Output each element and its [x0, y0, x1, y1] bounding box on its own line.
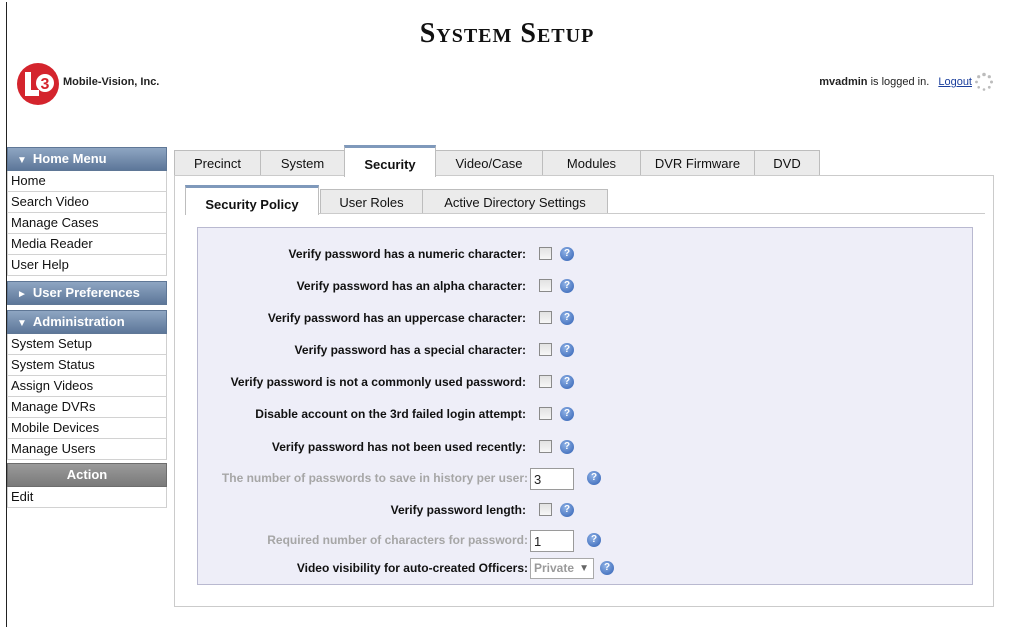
special-label: Verify password has a special character:	[294, 343, 526, 357]
policy-row-uppercase: Verify password has an uppercase charact…	[197, 309, 973, 329]
sidebar-item-assign-videos[interactable]: Assign Videos	[7, 376, 167, 397]
tab-security[interactable]: Security	[344, 145, 436, 177]
sidebar-item-manage-users[interactable]: Manage Users	[7, 439, 167, 460]
required-chars-input[interactable]	[530, 530, 574, 552]
user-status: mvadmin is logged in. Logout	[819, 76, 972, 88]
visibility-label: Video visibility for auto-created Office…	[296, 561, 528, 575]
help-icon[interactable]: ?	[560, 375, 574, 389]
uppercase-checkbox[interactable]	[539, 311, 552, 324]
help-icon[interactable]: ?	[560, 343, 574, 357]
logged-in-text: is logged in.	[870, 76, 930, 88]
visibility-select[interactable]: Private ▼	[530, 558, 594, 579]
logo-digit: 3	[41, 76, 50, 93]
sidebar: ▼ Home Menu Home Search Video Manage Case…	[7, 147, 167, 508]
sidebar-item-manage-dvrs[interactable]: Manage DVRs	[7, 397, 167, 418]
expanded-triangle-icon: ▼	[17, 318, 27, 329]
logout-link[interactable]: Logout	[938, 76, 972, 88]
alpha-checkbox[interactable]	[539, 279, 552, 292]
uppercase-label: Verify password has an uppercase charact…	[267, 311, 526, 325]
disable-label: Disable account on the 3rd failed login …	[255, 407, 526, 421]
sidebar-item-user-help[interactable]: User Help	[7, 255, 167, 276]
tab-dvd[interactable]: DVD	[754, 150, 820, 175]
numeric-checkbox[interactable]	[539, 247, 552, 260]
policy-row-visibility: Video visibility for auto-created Office…	[197, 558, 973, 579]
tab-precinct[interactable]: Precinct	[174, 150, 261, 175]
user-preferences-header[interactable]: ► User Preferences	[7, 281, 167, 305]
help-icon[interactable]: ?	[600, 561, 614, 575]
sidebar-item-manage-cases[interactable]: Manage Cases	[7, 213, 167, 234]
username: mvadmin	[819, 76, 868, 88]
sidebar-item-home[interactable]: Home	[7, 171, 167, 192]
loading-spinner-icon	[975, 72, 993, 91]
administration-header[interactable]: ▼ Administration	[7, 310, 167, 334]
subtab-user-roles[interactable]: User Roles	[320, 189, 423, 213]
help-icon[interactable]: ?	[560, 407, 574, 421]
sidebar-item-search-video[interactable]: Search Video	[7, 192, 167, 213]
disable-checkbox[interactable]	[539, 407, 552, 420]
expanded-triangle-icon: ▼	[17, 155, 27, 166]
policy-row-length: Verify password length: ?	[197, 501, 973, 521]
help-icon[interactable]: ?	[560, 440, 574, 454]
page-title: System Setup	[419, 18, 595, 49]
recent-checkbox[interactable]	[539, 440, 552, 453]
policy-row-special: Verify password has a special character:…	[197, 341, 973, 361]
subtab-security-policy[interactable]: Security Policy	[185, 185, 319, 215]
sidebar-item-media-reader[interactable]: Media Reader	[7, 234, 167, 255]
tab-video-case[interactable]: Video/Case	[435, 150, 543, 175]
policy-row-history: The number of passwords to save in histo…	[197, 468, 973, 490]
alpha-label: Verify password has an alpha character:	[296, 279, 526, 293]
help-icon[interactable]: ?	[560, 247, 574, 261]
collapsed-triangle-icon: ►	[17, 289, 27, 300]
help-icon[interactable]: ?	[587, 471, 601, 485]
length-label: Verify password length:	[390, 503, 526, 517]
sidebar-item-system-setup[interactable]: System Setup	[7, 334, 167, 355]
recent-label: Verify password has not been used recent…	[271, 440, 526, 454]
tab-modules[interactable]: Modules	[542, 150, 641, 175]
help-icon[interactable]: ?	[587, 533, 601, 547]
length-checkbox[interactable]	[539, 503, 552, 516]
common-label: Verify password is not a commonly used p…	[230, 375, 526, 389]
home-menu-header[interactable]: ▼ Home Menu	[7, 147, 167, 171]
policy-row-alpha: Verify password has an alpha character: …	[197, 277, 973, 297]
company-name: Mobile-Vision, Inc.	[63, 76, 160, 88]
numeric-label: Verify password has a numeric character:	[288, 247, 526, 261]
help-icon[interactable]: ?	[560, 311, 574, 325]
tab-dvr-firmware[interactable]: DVR Firmware	[640, 150, 755, 175]
policy-row-common: Verify password is not a commonly used p…	[197, 373, 973, 393]
subtab-active-directory[interactable]: Active Directory Settings	[422, 189, 608, 213]
history-count-input[interactable]	[530, 468, 574, 490]
sidebar-item-mobile-devices[interactable]: Mobile Devices	[7, 418, 167, 439]
l3-logo: 3	[17, 63, 59, 105]
help-icon[interactable]: ?	[560, 503, 574, 517]
tab-system[interactable]: System	[260, 150, 345, 175]
policy-row-numeric: Verify password has a numeric character:…	[197, 245, 973, 265]
policy-row-required: Required number of characters for passwo…	[197, 530, 973, 552]
policy-row-disable: Disable account on the 3rd failed login …	[197, 405, 973, 425]
help-icon[interactable]: ?	[560, 279, 574, 293]
common-checkbox[interactable]	[539, 375, 552, 388]
policy-row-recent: Verify password has not been used recent…	[197, 438, 973, 458]
action-header: Action	[7, 463, 167, 487]
sidebar-item-system-status[interactable]: System Status	[7, 355, 167, 376]
history-label: The number of passwords to save in histo…	[221, 471, 528, 485]
sidebar-item-edit[interactable]: Edit	[7, 487, 167, 508]
required-label: Required number of characters for passwo…	[267, 533, 528, 547]
chevron-down-icon: ▼	[579, 563, 589, 574]
special-checkbox[interactable]	[539, 343, 552, 356]
